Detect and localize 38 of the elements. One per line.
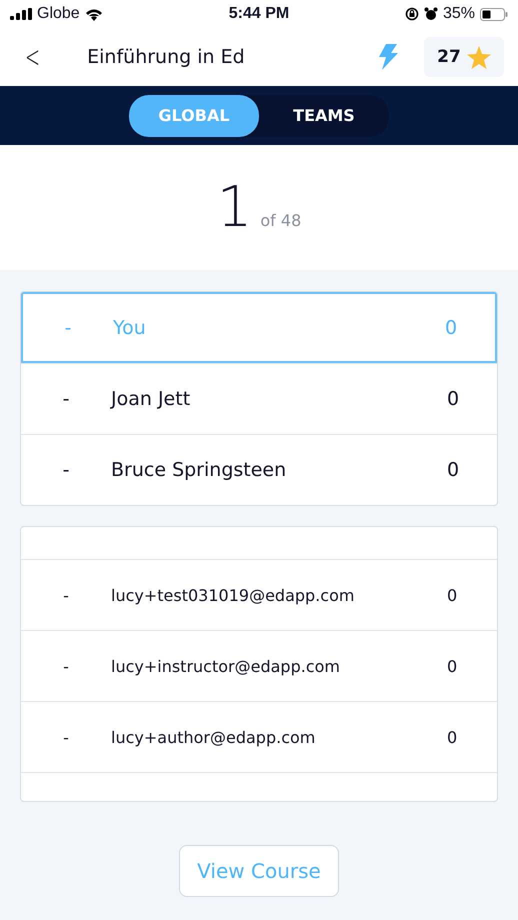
name-cell-text: You	[113, 316, 147, 338]
score-cell-text: 0	[447, 586, 458, 604]
star-count: 27	[437, 47, 461, 67]
rank-cell-text: -	[62, 656, 70, 676]
rank-position: 1	[216, 174, 252, 242]
score-cell-text: 0	[447, 388, 460, 410]
wifi-icon	[84, 8, 103, 20]
leaderboard-row[interactable]: - Bruce Springsteen 0	[21, 434, 497, 505]
rotation-lock-icon	[404, 7, 419, 21]
leaderboard-row[interactable]: - lucy+test031019@edapp.com 0	[21, 559, 497, 630]
status-time: 5:44 PM	[228, 5, 290, 23]
name-cell-text: lucy+instructor@edapp.com	[111, 656, 341, 676]
rank-cell-text: -	[64, 316, 72, 338]
carrier-name: Globe	[37, 5, 80, 23]
name-cell-text: lucy+author@edapp.com	[111, 728, 316, 746]
name-cell-text: Bruce Springsteen	[111, 459, 288, 481]
back-button[interactable]: <	[21, 40, 44, 74]
score-cell-text: 0	[447, 459, 460, 481]
rank-total: of 48	[260, 210, 302, 232]
course-title: Einführung in Ed	[87, 46, 246, 68]
leaderboard-row[interactable]: - Joan Jett 0	[21, 363, 497, 434]
signal-icon	[10, 8, 32, 20]
leaderboard-row[interactable]: - lucy+author@edapp.com 0	[21, 701, 497, 772]
name-cell-text: Joan Jett	[111, 388, 192, 410]
score-cell-text: 0	[447, 656, 458, 676]
rank-cell-text: -	[62, 388, 70, 410]
rank-cell-text: -	[62, 459, 70, 481]
star-icon	[466, 46, 491, 68]
score-cell-text: 0	[445, 316, 458, 338]
lightning-icon[interactable]	[378, 44, 398, 70]
rank-cell-text: -	[62, 728, 70, 746]
score-cell-text: 0	[447, 728, 458, 746]
rank-cell-text: -	[62, 586, 70, 604]
battery-icon	[480, 8, 508, 20]
name-cell-text: lucy+test031019@edapp.com	[111, 586, 356, 604]
tab[interactable]: TEAMS	[259, 94, 389, 136]
battery-percent: 35%	[442, 5, 475, 23]
leaderboard-row[interactable]: - lucy+instructor@edapp.com 0	[21, 630, 497, 701]
